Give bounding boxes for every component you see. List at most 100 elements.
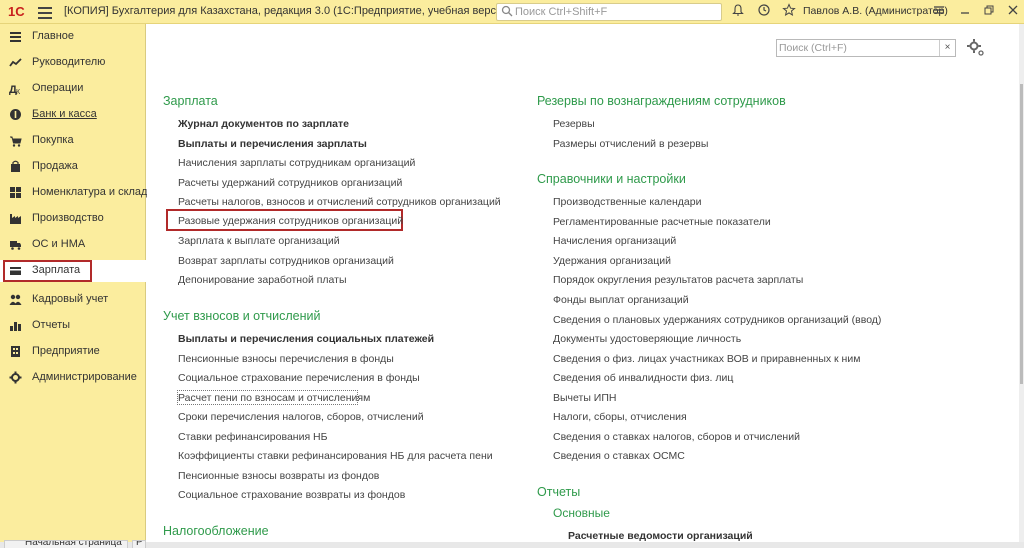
link-payroll-sheets[interactable]: Расчетные ведомости организаций	[568, 530, 753, 542]
restore-icon[interactable]	[980, 3, 998, 21]
sidebar-item-manager[interactable]: Руководителю	[0, 52, 146, 74]
link-planned-deductions[interactable]: Сведения о плановых удержаниях сотрудник…	[553, 314, 881, 326]
section-settings-gear-icon[interactable]	[966, 38, 986, 58]
sidebar-item-label: Зарплата	[32, 264, 81, 276]
link-war-veterans[interactable]: Сведения о физ. лицах участниках ВОВ и п…	[553, 353, 860, 365]
chart-line-icon	[9, 58, 22, 67]
sidebar-item-enterprise[interactable]: Предприятие	[0, 341, 146, 363]
sidebar-item-fixed-assets[interactable]: ОС и НМА	[0, 234, 146, 256]
link-osms-rates[interactable]: Сведения о ставках ОСМС	[553, 450, 685, 462]
menu-icon[interactable]	[38, 4, 52, 20]
factory-icon	[10, 214, 21, 224]
sidebar-item-sales[interactable]: Продажа	[0, 156, 146, 178]
link-salary-payments[interactable]: Выплаты и перечисления зарплаты	[178, 138, 367, 150]
subsection-title-main: Основные	[553, 506, 610, 520]
link-penalty-calc[interactable]: Расчет пени по взносам и отчислениям	[178, 392, 370, 404]
link-salary-to-pay[interactable]: Зарплата к выплате организаций	[178, 235, 340, 247]
link-transfer-deadlines[interactable]: Сроки перечисления налогов, сборов, отчи…	[178, 411, 424, 423]
window-title: [КОПИЯ] Бухгалтерия для Казахстана, реда…	[64, 5, 512, 17]
link-org-accruals[interactable]: Начисления организаций	[553, 235, 676, 247]
1c-logo[interactable]: 1С	[8, 4, 30, 20]
link-social-insurance-transfers[interactable]: Социальное страхование перечисления в фо…	[178, 372, 420, 384]
history-icon[interactable]	[755, 3, 773, 21]
link-identity-documents[interactable]: Документы удостоверяющие личность	[553, 333, 741, 345]
operations-icon: ДК	[9, 84, 21, 95]
link-social-insurance-returns[interactable]: Социальное страхование возвраты из фондо…	[178, 489, 405, 501]
bar-chart-icon	[10, 322, 21, 331]
truck-icon	[10, 241, 21, 250]
people-icon	[9, 294, 22, 305]
sidebar-item-label: Администрирование	[32, 371, 137, 383]
sections-panel: Главное Руководителю ДК Операции Банк и …	[0, 24, 147, 542]
section-title-salary: Зарплата	[163, 94, 218, 108]
sidebar-item-nomenclature[interactable]: Номенклатура и склад	[0, 182, 147, 204]
link-salary-deposit[interactable]: Депонирование заработной платы	[178, 274, 347, 286]
link-pension-returns[interactable]: Пенсионные взносы возвраты из фондов	[178, 470, 379, 482]
bank-icon	[10, 109, 21, 120]
sidebar-item-label: Кадровый учет	[32, 293, 109, 305]
sidebar-item-label: Главное	[32, 30, 75, 42]
link-payment-funds[interactable]: Фонды выплат организаций	[553, 294, 689, 306]
sidebar-item-purchase[interactable]: Покупка	[0, 130, 146, 152]
link-one-time-deductions[interactable]: Разовые удержания сотрудников организаци…	[178, 215, 403, 227]
link-regulated-indicators[interactable]: Регламентированные расчетные показатели	[553, 216, 771, 228]
section-search-input[interactable]: Поиск (Ctrl+F) ×	[776, 39, 956, 57]
sidebar-item-salary[interactable]: Зарплата	[0, 260, 146, 282]
link-salary-accruals[interactable]: Начисления зарплаты сотрудникам организа…	[178, 157, 415, 169]
link-social-payments[interactable]: Выплаты и перечисления социальных платеж…	[178, 333, 434, 345]
link-tax-rates[interactable]: Сведения о ставках налогов, сборов и отч…	[553, 431, 800, 443]
star-icon[interactable]	[780, 3, 798, 21]
vertical-scrollbar[interactable]	[1019, 24, 1024, 542]
link-refinancing-coefficients[interactable]: Коэффициенты ставки рефинансирования НБ …	[178, 450, 493, 462]
sidebar-item-label: Предприятие	[32, 345, 100, 357]
sidebar-item-label: Отчеты	[32, 319, 71, 331]
sidebar-item-reports[interactable]: Отчеты	[0, 315, 146, 337]
sidebar-item-main[interactable]: Главное	[0, 26, 146, 48]
global-search-input[interactable]: Поиск Ctrl+Shift+F	[496, 3, 722, 21]
link-org-deductions[interactable]: Удержания организаций	[553, 255, 671, 267]
settings-menu-icon[interactable]	[930, 3, 948, 21]
link-reserve-rates[interactable]: Размеры отчислений в резервы	[553, 138, 708, 150]
current-user[interactable]: Павлов А.В. (Администратор)	[803, 5, 948, 17]
link-tax-calcs[interactable]: Расчеты налогов, взносов и отчислений со…	[178, 196, 501, 208]
link-production-calendars[interactable]: Производственные календари	[553, 196, 701, 208]
sidebar-item-label: Операции	[32, 82, 84, 94]
open-windows-bar	[0, 542, 1024, 548]
bell-icon[interactable]	[729, 3, 747, 21]
sidebar-item-hr[interactable]: Кадровый учет	[0, 289, 146, 311]
sidebar-item-bank[interactable]: Банк и касса	[0, 104, 146, 126]
sidebar-item-label: ОС и НМА	[32, 238, 86, 250]
link-disability-info[interactable]: Сведения об инвалидности физ. лиц	[553, 372, 733, 384]
link-deduction-calcs[interactable]: Расчеты удержаний сотрудников организаци…	[178, 177, 402, 189]
section-title-taxation: Налогообложение	[163, 524, 269, 538]
link-salary-journal[interactable]: Журнал документов по зарплате	[178, 118, 349, 130]
link-pension-transfers[interactable]: Пенсионные взносы перечисления в фонды	[178, 353, 394, 365]
close-icon[interactable]	[1004, 3, 1022, 21]
tab-home-page[interactable]: Начальная страница	[4, 540, 128, 548]
minimize-icon[interactable]	[956, 3, 974, 21]
section-title-reserves: Резервы по вознаграждениям сотрудников	[537, 94, 786, 108]
sidebar-item-admin[interactable]: Администрирование	[0, 367, 146, 389]
svg-text:К: К	[16, 89, 21, 95]
clear-search-button[interactable]: ×	[939, 40, 955, 56]
link-salary-return[interactable]: Возврат зарплаты сотрудников организаций	[178, 255, 394, 267]
sidebar-item-operations[interactable]: ДК Операции	[0, 78, 146, 100]
section-title-directories: Справочники и настройки	[537, 172, 686, 186]
sidebar-item-production[interactable]: Производство	[0, 208, 146, 230]
title-bar: 1С [КОПИЯ] Бухгалтерия для Казахстана, р…	[0, 0, 1024, 24]
link-taxes-fees[interactable]: Налоги, сборы, отчисления	[553, 411, 687, 423]
sidebar-item-label: Производство	[32, 212, 104, 224]
link-rounding-order[interactable]: Порядок округления результатов расчета з…	[553, 274, 803, 286]
sidebar-item-label: Банк и касса	[32, 108, 97, 120]
section-search-placeholder: Поиск (Ctrl+F)	[779, 42, 847, 54]
bag-icon	[11, 160, 20, 172]
gear-icon	[9, 371, 22, 384]
link-reserves[interactable]: Резервы	[553, 118, 595, 130]
link-ipn-deductions[interactable]: Вычеты ИПН	[553, 392, 616, 404]
search-icon	[501, 5, 513, 17]
tab-other[interactable]: Р	[132, 540, 146, 548]
section-title-reports: Отчеты	[537, 485, 581, 499]
link-refinancing-rates[interactable]: Ставки рефинансирования НБ	[178, 431, 328, 443]
building-icon	[11, 346, 20, 357]
tab-label: Начальная страница	[25, 540, 122, 548]
